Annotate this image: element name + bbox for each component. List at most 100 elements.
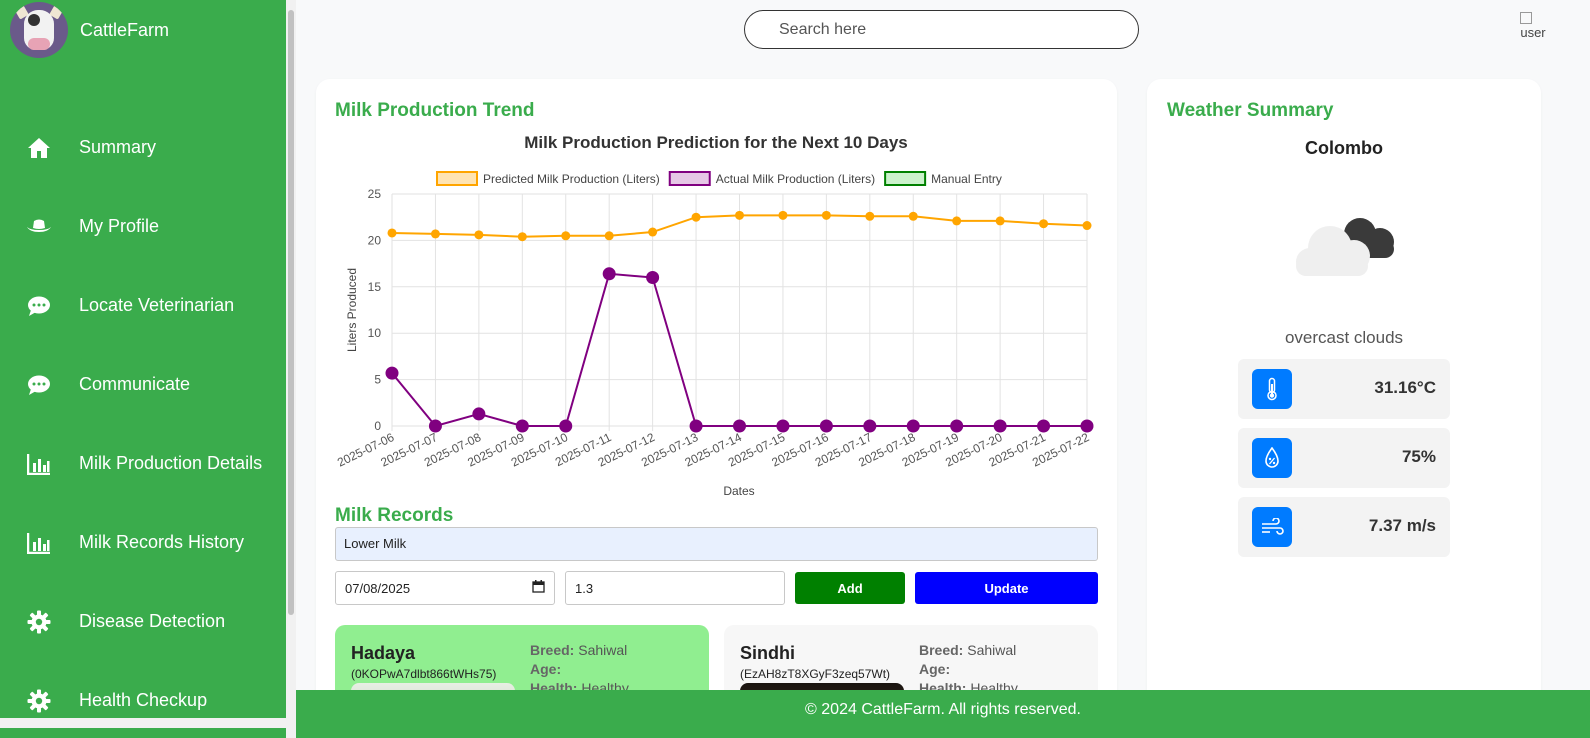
footer-text: © 2024 CattleFarm. All rights reserved. [805,701,1081,718]
temperature-value: 31.16°C [1374,378,1436,397]
sidebar-item-locate-veterinarian[interactable]: Locate Veterinarian [0,266,286,345]
actual-point [559,419,573,433]
gear-icon [26,609,52,635]
milk-amount-input[interactable]: 1.3 [565,571,785,605]
predicted-point [387,228,397,238]
actual-point [602,267,616,281]
predicted-point [691,212,701,222]
date-input[interactable]: 07/08/2025 [335,571,555,605]
legend-label: Actual Milk Production (Liters) [716,172,875,186]
wind-icon [1252,507,1292,547]
overcast-clouds-icon [1296,218,1394,276]
sidebar-scrollbar[interactable] [286,0,296,738]
gear-icon [26,688,52,714]
sidebar-item-my-profile[interactable]: My Profile [0,187,286,266]
predicted-point [1082,221,1092,231]
brand[interactable]: CattleFarm [10,2,169,58]
predicted-point [952,216,962,226]
legend-swatch [668,171,711,186]
sidebar-item-label: Locate Veterinarian [79,295,235,315]
scrollbar-thumb[interactable] [288,10,294,615]
chart-title: Milk Production Prediction for the Next … [524,133,908,152]
y-tick-label: 25 [368,187,382,201]
cow-age: Age: [919,661,951,677]
search-input[interactable] [744,10,1139,49]
user-alt-text: user [1520,25,1546,40]
predicted-point [821,210,831,220]
y-tick-label: 5 [374,373,381,387]
actual-point [646,271,660,285]
y-tick-label: 20 [368,233,382,247]
predicted-point [561,231,571,241]
predicted-point [1039,219,1049,229]
sidebar-item-communicate[interactable]: Communicate [0,345,286,424]
sidebar-nav: Summary My Profile Locate Veterinarian C… [0,108,286,738]
sidebar-item-label: Communicate [79,374,191,394]
cow-name: Hadaya [351,643,416,663]
humidity-value: 75% [1401,447,1436,466]
bar-chart-icon [26,451,52,477]
legend-swatch [884,171,927,186]
thermometer-icon [1252,369,1292,409]
add-button[interactable]: Add [795,572,905,604]
cow-age: Age: [530,661,562,677]
predicted-point [430,229,440,239]
x-axis-label: Dates [723,484,754,498]
chat-icon [26,372,52,398]
y-tick-label: 10 [368,326,382,340]
actual-point [428,419,442,433]
cow-name: Sindhi [740,643,795,663]
footer: © 2024 CattleFarm. All rights reserved. [296,690,1590,738]
sidebar-item-disease-detection[interactable]: Disease Detection [0,582,286,661]
milk-note-input[interactable]: Lower Milk [335,527,1098,561]
actual-point [385,366,399,380]
cowboy-hat-icon [26,214,52,240]
humidity-icon [1252,438,1292,478]
wind-row: 7.37 m/s [1238,497,1450,557]
predicted-point [865,211,875,221]
chat-icon [26,293,52,319]
milk-production-chart: Milk Production Prediction for the Next … [335,133,1094,498]
calendar-icon[interactable] [532,580,545,596]
weather-description: overcast clouds [1284,328,1404,347]
sidebar-item-milk-records-history[interactable]: Milk Records History [0,503,286,582]
legend-label: Predicted Milk Production (Liters) [483,172,660,186]
predicted-point [735,210,744,220]
brand-name: CattleFarm [80,19,170,40]
actual-point [906,419,920,433]
cow-id: (0KOPwA7dlbt866tWHs75) [351,667,497,681]
actual-point [515,419,529,433]
predicted-point [474,230,484,240]
sidebar-item-label: Summary [79,137,157,157]
y-axis-label: Liters Produced [345,268,359,352]
actual-point [1080,419,1094,433]
sidebar-horizontal-scrollbar[interactable] [0,718,296,728]
weather-title: Weather Summary [1167,100,1334,121]
cow-logo [10,2,68,58]
predicted-point [648,227,658,237]
temperature-row: 31.16°C [1238,359,1450,419]
weather-city: Colombo [1305,138,1383,158]
sidebar-item-milk-production-details[interactable]: Milk Production Details [0,424,286,503]
sidebar-item-label: Health Checkup [79,690,208,710]
predicted-point [778,210,788,220]
user-avatar[interactable]: user [1518,12,1548,44]
actual-point [950,419,964,433]
actual-point [472,407,486,421]
date-value: 07/08/2025 [345,580,411,596]
actual-point [993,419,1007,433]
actual-point [776,419,790,433]
legend-label: Manual Entry [931,172,1002,186]
milk-trend-title: Milk Production Trend [335,100,535,121]
sidebar-item-summary[interactable]: Summary [0,108,286,187]
legend-swatch [436,171,478,186]
cow-id: (EzAH8zT8XGyF3zeq57Wt) [740,667,891,681]
broken-image-icon [1520,12,1532,24]
predicted-point [908,211,918,221]
bar-chart-icon [26,530,52,556]
sidebar-item-label: Milk Records History [79,532,245,552]
actual-point [819,419,833,433]
update-button[interactable]: Update [915,572,1098,604]
home-icon [26,135,52,161]
cow-breed: Breed: Sahiwal [919,642,1017,658]
